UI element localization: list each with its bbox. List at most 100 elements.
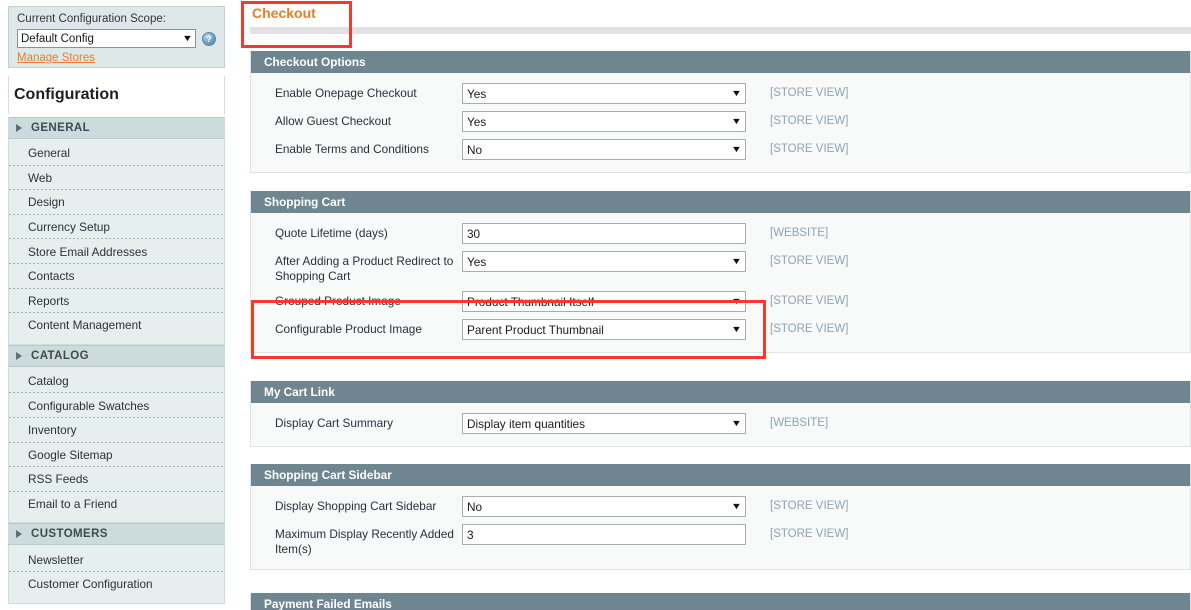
sidebar-item-configurable-swatches[interactable]: Configurable Swatches [9, 393, 224, 418]
field-row: Quote Lifetime (days) 30 [WEBSITE] [251, 223, 1190, 244]
field-value: Yes [467, 86, 487, 101]
sidebar-item-design[interactable]: Design [9, 190, 224, 215]
triangle-right-icon [16, 351, 22, 360]
field-label: After Adding a Product Redirect to Shopp… [275, 254, 454, 283]
section-body: Display Shopping Cart Sidebar No ▼ [STORE V… [251, 486, 1190, 569]
field-control: Yes ▼ [462, 83, 748, 104]
field-control: No ▼ [462, 496, 748, 517]
select-display-cart-summary[interactable]: Display item quantities ▼ [462, 413, 746, 434]
chevron-down-icon: ▼ [730, 501, 743, 511]
sidebar-item-label: Inventory [28, 423, 77, 438]
field-label: Maximum Display Recently Added Item(s) [275, 527, 454, 556]
field-value: Parent Product Thumbnail [467, 322, 604, 337]
triangle-right-icon [16, 530, 22, 539]
nav-group-header-catalog[interactable]: CATALOG [8, 344, 225, 367]
section-payment-failed-emails: Payment Failed Emails [250, 593, 1191, 610]
tab-checkout[interactable]: Checkout [252, 5, 316, 21]
field-row: Enable Terms and Conditions No ▼ [STORE VIE… [251, 139, 1190, 160]
sidebar-item-general[interactable]: General [9, 141, 224, 166]
sidebar-item-rss-feeds[interactable]: RSS Feeds [9, 467, 224, 492]
select-enable-terms-and-conditions[interactable]: No ▼ [462, 139, 746, 160]
field-value: No [467, 142, 483, 157]
section-body: Display Cart Summary Display item quantit… [251, 403, 1190, 446]
sidebar-item-inventory[interactable]: Inventory [9, 417, 224, 443]
field-value: Yes [467, 254, 487, 269]
section-title: My Cart Link [264, 385, 335, 399]
section-checkout-options: Checkout Options Enable Onepage Checkout Y… [250, 51, 1191, 173]
magento-config-page: Current Configuration Scope: Default Con… [0, 0, 1191, 610]
nav-group-header-general[interactable]: GENERAL [8, 117, 225, 139]
field-scope-label: [WEBSITE] [770, 227, 829, 239]
nav-group-header-customers[interactable]: CUSTOMERS [8, 523, 225, 546]
sidebar-item-currency-setup[interactable]: Currency Setup [9, 214, 224, 240]
scope-select-value: Default Config [21, 32, 94, 45]
sidebar-item-web[interactable]: Web [9, 165, 224, 191]
field-row: Configurable Product Image Parent Product… [251, 319, 1190, 340]
field-scope-label: [STORE VIEW] [770, 528, 849, 540]
field-scope-label: [STORE VIEW] [770, 143, 849, 155]
field-value: Yes [467, 114, 487, 129]
field-label: Quote Lifetime (days) [275, 226, 388, 240]
sidebar-item-store-email-addresses[interactable]: Store Email Addresses [9, 239, 224, 264]
sidebar-item-label: RSS Feeds [28, 472, 89, 487]
manage-stores-link[interactable]: Manage Stores [17, 52, 95, 64]
sidebar-item-label: Email to a Friend [28, 497, 118, 512]
sidebar: Current Configuration Scope: Default Con… [0, 0, 233, 610]
select-display-shopping-cart-sidebar[interactable]: No ▼ [462, 496, 746, 517]
nav-group-items: Catalog Configurable Swatches Inventory Goo… [8, 366, 225, 524]
sidebar-item-reports[interactable]: Reports [9, 288, 224, 314]
sidebar-item-catalog[interactable]: Catalog [9, 368, 224, 394]
section-title: Checkout Options [264, 55, 366, 69]
section-header[interactable]: Shopping Cart [251, 191, 1190, 213]
select-enable-onepage-checkout[interactable]: Yes ▼ [462, 83, 746, 104]
chevron-down-icon: ▼ [730, 116, 743, 126]
select-configurable-product-image[interactable]: Parent Product Thumbnail ▼ [462, 319, 746, 340]
section-my-cart-link: My Cart Link Display Cart Summary Display … [250, 381, 1191, 447]
nav-group-items: General Web Design Currency Setup Store Emai… [8, 139, 225, 345]
sidebar-item-label: Design [28, 195, 65, 210]
nav-group-customers: CUSTOMERS Newsletter Customer Configuratio… [8, 523, 225, 604]
chevron-down-icon: ▼ [730, 88, 743, 98]
field-row: Enable Onepage Checkout Yes ▼ [STORE VIEW] [251, 83, 1190, 104]
field-row: After Adding a Product Redirect to Shopp… [251, 251, 1190, 284]
scope-select[interactable]: Default Config ▼ [17, 29, 197, 48]
section-header[interactable]: Payment Failed Emails [251, 593, 1190, 610]
section-header[interactable]: Shopping Cart Sidebar [251, 464, 1190, 486]
sidebar-item-google-sitemap[interactable]: Google Sitemap [9, 442, 224, 468]
section-header[interactable]: Checkout Options [251, 51, 1190, 73]
select-after-adding-a-product-redirect-to-shopping-cart[interactable]: Yes ▼ [462, 251, 746, 272]
help-icon[interactable]: ? [202, 31, 216, 46]
input-maximum-display-recently-added-item-s[interactable]: 3 [462, 524, 746, 545]
field-control: Yes ▼ [462, 111, 748, 132]
field-label: Configurable Product Image [275, 322, 422, 336]
select-allow-guest-checkout[interactable]: Yes ▼ [462, 111, 746, 132]
field-label: Enable Terms and Conditions [275, 142, 429, 156]
field-value: 30 [467, 226, 481, 241]
field-label: Display Cart Summary [275, 416, 393, 430]
nav-group-label: CATALOG [31, 349, 89, 362]
sidebar-item-label: Store Email Addresses [28, 244, 148, 259]
field-scope-label: [STORE VIEW] [770, 323, 849, 335]
sidebar-item-customer-configuration[interactable]: Customer Configuration [9, 572, 224, 597]
sidebar-item-email-to-a-friend[interactable]: Email to a Friend [9, 492, 224, 517]
section-shopping-cart: Shopping Cart Quote Lifetime (days) 30 [WEB… [250, 191, 1191, 353]
field-row: Allow Guest Checkout Yes ▼ [STORE VIEW] [251, 111, 1190, 132]
sidebar-item-contacts[interactable]: Contacts [9, 263, 224, 289]
sidebar-item-newsletter[interactable]: Newsletter [9, 547, 224, 572]
section-header[interactable]: My Cart Link [251, 381, 1190, 403]
section-body: Enable Onepage Checkout Yes ▼ [STORE VIEW] A… [251, 73, 1190, 172]
field-label: Enable Onepage Checkout [275, 86, 417, 100]
section-title: Payment Failed Emails [264, 597, 392, 610]
sidebar-item-content-management[interactable]: Content Management [9, 313, 224, 338]
field-scope-label: [WEBSITE] [770, 417, 829, 429]
scope-label: Current Configuration Scope: [17, 13, 166, 25]
sidebar-item-label: Web [28, 170, 53, 185]
input-quote-lifetime-days[interactable]: 30 [462, 223, 746, 244]
field-control: Display item quantities ▼ [462, 413, 748, 434]
sidebar-item-label: Reports [28, 293, 70, 308]
field-control: 30 [462, 223, 748, 244]
nav-group-items: Newsletter Customer Configuration [8, 545, 225, 604]
chevron-down-icon: ▼ [730, 324, 743, 334]
scope-row: Default Config ▼ ? [17, 29, 216, 48]
select-grouped-product-image[interactable]: Product Thumbnail Itself ▼ [462, 291, 746, 312]
